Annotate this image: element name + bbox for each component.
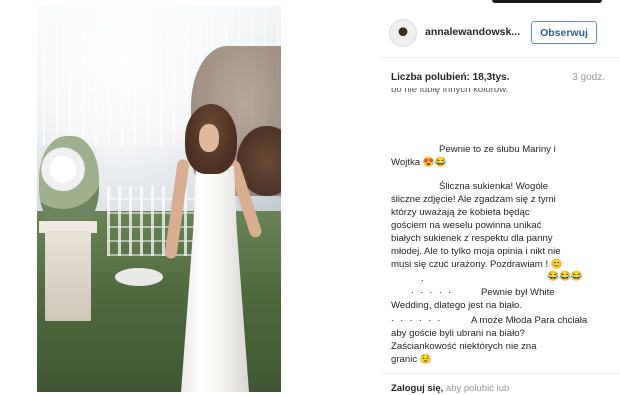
comment-5-line-2: aby goście byli ubrani na biało? [391,328,525,339]
comment-2-line-2: śliczne zdjęcie! Ale zgadzam się z tymi [391,194,556,205]
comment-4-line-1: Pewnie był White [481,287,555,298]
follow-button[interactable]: Obserwuj [531,21,597,44]
post-footer: Zaloguj się, aby polubić lub [381,373,620,395]
photo-flowers [39,136,99,231]
comment-1-line-2: Wojtka 😍😂 [391,157,447,168]
photo-column [45,231,91,321]
top-bar-dark [492,0,602,3]
comment-2-line-6: młodej. Ale to tylko moja opinia i nikt … [391,246,561,257]
photo-petals [115,268,163,286]
comment-2-line-4: gościem na weselu powinna unikać [391,220,542,231]
photo-arm-left [164,158,190,260]
login-link[interactable]: Zaloguj się, [391,383,443,394]
likes-row: Liczba polubień: 18,3tys. 3 godz. [391,72,605,86]
comment-5-line-4: granic 😟 [391,354,432,365]
comment-3-emojis: 😂😂😂 [547,271,583,282]
comment-4-line-2: Wedding, dlatego jest na biało. [391,300,523,311]
avatar[interactable] [389,19,417,47]
likes-count[interactable]: 18,3tys. [473,72,510,83]
comment-5-redacted-user: . . . . . . [391,313,443,324]
comment-2-line-7: musi się czuć urażony. Pozdrawiam ! 😊 [391,259,563,270]
post-time[interactable]: 3 godz. [572,72,605,83]
photo-face [199,124,219,152]
comment-partial-top: bo nie lubię innych kolorów. [391,88,509,95]
login-rest-text: aby polubić lub [443,383,510,394]
comment-4-redacted-user: . . . . . [411,285,453,296]
likes-label: Liczba polubień: [391,72,470,83]
post-photo[interactable] [37,6,281,392]
comment-5-line-1: A może Młoda Para chciała [471,315,588,326]
post-sidebar: annalewandowsk... Obserwuj Liczba polubi… [381,6,620,395]
comment-2-line-5: białych sukienek z respektu dla panny [391,233,553,244]
post-header: annalewandowsk... Obserwuj [381,6,620,58]
comments-list[interactable]: bo nie lubię innych kolorów. Pewnie to z… [381,88,620,371]
comment-1-line-1: Pewnie to ze ślubu Mariny i [439,144,556,155]
comment-2-line-3: którzy uważają że kobieta będąc [391,207,530,218]
username-link[interactable]: annalewandowsk... [425,26,531,38]
comment-2-line-1: Śliczna sukienka! Wogóle [439,181,549,192]
photo-woman [164,104,265,392]
login-prompt: Zaloguj się, aby polubić lub [391,383,509,394]
comment-5-line-3: Zaściankowość niektórych nie zna [391,341,537,352]
